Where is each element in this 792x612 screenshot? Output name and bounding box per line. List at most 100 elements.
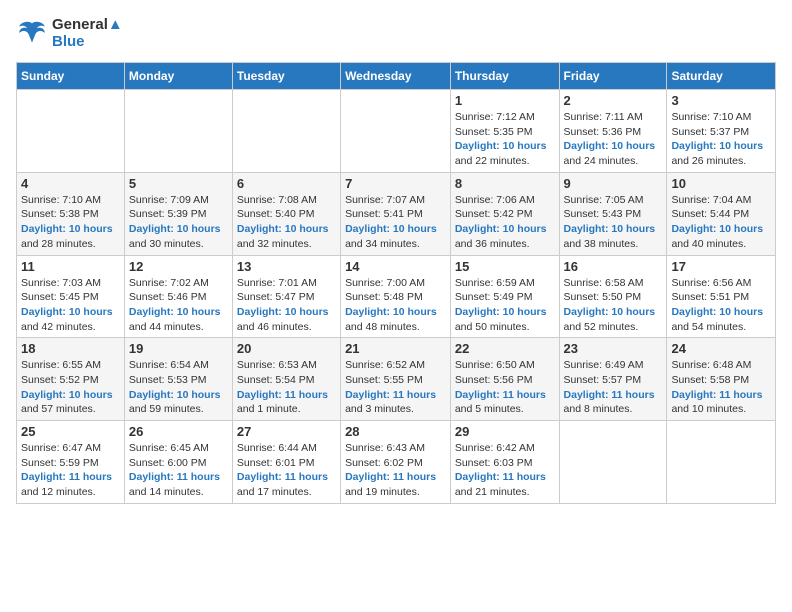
day-info: Sunrise: 7:12 AMSunset: 5:35 PMDaylight:… [455,110,555,169]
day-info: Sunrise: 6:54 AMSunset: 5:53 PMDaylight:… [129,358,228,417]
day-number: 29 [455,424,555,439]
column-header-thursday: Thursday [450,63,559,90]
calendar-cell: 5 Sunrise: 7:09 AMSunset: 5:39 PMDaylight… [124,172,232,255]
calendar-cell [17,90,125,173]
day-number: 1 [455,93,555,108]
day-info: Sunrise: 6:49 AMSunset: 5:57 PMDaylight:… [564,358,663,417]
calendar-cell: 8 Sunrise: 7:06 AMSunset: 5:42 PMDaylight… [450,172,559,255]
day-number: 10 [671,176,771,191]
day-number: 26 [129,424,228,439]
calendar-week-row: 4 Sunrise: 7:10 AMSunset: 5:38 PMDaylight… [17,172,776,255]
calendar-cell: 1 Sunrise: 7:12 AMSunset: 5:35 PMDaylight… [450,90,559,173]
calendar-cell: 13 Sunrise: 7:01 AMSunset: 5:47 PMDayligh… [232,255,340,338]
calendar-cell [124,90,232,173]
day-number: 23 [564,341,663,356]
calendar-cell: 20 Sunrise: 6:53 AMSunset: 5:54 PMDayligh… [232,338,340,421]
day-info: Sunrise: 6:55 AMSunset: 5:52 PMDaylight:… [21,358,120,417]
day-number: 24 [671,341,771,356]
calendar-cell: 12 Sunrise: 7:02 AMSunset: 5:46 PMDayligh… [124,255,232,338]
column-header-sunday: Sunday [17,63,125,90]
day-info: Sunrise: 7:06 AMSunset: 5:42 PMDaylight:… [455,193,555,252]
calendar-week-row: 1 Sunrise: 7:12 AMSunset: 5:35 PMDaylight… [17,90,776,173]
day-number: 25 [21,424,120,439]
calendar-cell: 24 Sunrise: 6:48 AMSunset: 5:58 PMDayligh… [667,338,776,421]
calendar-cell: 29 Sunrise: 6:42 AMSunset: 6:03 PMDayligh… [450,421,559,504]
day-info: Sunrise: 7:05 AMSunset: 5:43 PMDaylight:… [564,193,663,252]
day-number: 12 [129,259,228,274]
calendar-cell [559,421,667,504]
column-header-saturday: Saturday [667,63,776,90]
day-number: 9 [564,176,663,191]
day-number: 7 [345,176,446,191]
calendar-header-row: SundayMondayTuesdayWednesdayThursdayFrid… [17,63,776,90]
calendar-cell: 16 Sunrise: 6:58 AMSunset: 5:50 PMDayligh… [559,255,667,338]
day-info: Sunrise: 7:01 AMSunset: 5:47 PMDaylight:… [237,276,336,335]
day-info: Sunrise: 6:44 AMSunset: 6:01 PMDaylight:… [237,441,336,500]
day-number: 17 [671,259,771,274]
column-header-monday: Monday [124,63,232,90]
day-info: Sunrise: 6:59 AMSunset: 5:49 PMDaylight:… [455,276,555,335]
day-number: 18 [21,341,120,356]
day-number: 21 [345,341,446,356]
calendar-cell: 26Sunrise: 6:45 AMSunset: 6:00 PMDayligh… [124,421,232,504]
day-info: Sunrise: 6:58 AMSunset: 5:50 PMDaylight:… [564,276,663,335]
day-number: 28 [345,424,446,439]
day-info: Sunrise: 6:52 AMSunset: 5:55 PMDaylight:… [345,358,446,417]
day-info: Sunrise: 6:42 AMSunset: 6:03 PMDaylight:… [455,441,555,500]
day-info: Sunrise: 7:10 AMSunset: 5:37 PMDaylight:… [671,110,771,169]
calendar-cell: 23 Sunrise: 6:49 AMSunset: 5:57 PMDayligh… [559,338,667,421]
day-info: Sunrise: 6:50 AMSunset: 5:56 PMDaylight:… [455,358,555,417]
day-number: 20 [237,341,336,356]
logo-text: General▲ Blue [52,16,123,50]
day-info: Sunrise: 6:48 AMSunset: 5:58 PMDaylight:… [671,358,771,417]
day-number: 8 [455,176,555,191]
logo-bird-icon [16,17,48,49]
day-info: Sunrise: 7:10 AMSunset: 5:38 PMDaylight:… [21,193,120,252]
calendar-cell: 11Sunrise: 7:03 AMSunset: 5:45 PMDayligh… [17,255,125,338]
calendar-week-row: 18 Sunrise: 6:55 AMSunset: 5:52 PMDayligh… [17,338,776,421]
header: General▲ Blue [16,16,776,50]
calendar-cell: 22 Sunrise: 6:50 AMSunset: 5:56 PMDayligh… [450,338,559,421]
calendar-cell: 14Sunrise: 7:00 AMSunset: 5:48 PMDayligh… [341,255,451,338]
day-number: 5 [129,176,228,191]
calendar-cell: 27 Sunrise: 6:44 AMSunset: 6:01 PMDayligh… [232,421,340,504]
day-number: 2 [564,93,663,108]
day-info: Sunrise: 7:09 AMSunset: 5:39 PMDaylight:… [129,193,228,252]
day-number: 22 [455,341,555,356]
day-info: Sunrise: 6:56 AMSunset: 5:51 PMDaylight:… [671,276,771,335]
logo: General▲ Blue [16,16,123,50]
day-info: Sunrise: 7:08 AMSunset: 5:40 PMDaylight:… [237,193,336,252]
calendar-cell: 3 Sunrise: 7:10 AMSunset: 5:37 PMDaylight… [667,90,776,173]
calendar-cell: 6 Sunrise: 7:08 AMSunset: 5:40 PMDaylight… [232,172,340,255]
calendar-cell: 4 Sunrise: 7:10 AMSunset: 5:38 PMDaylight… [17,172,125,255]
calendar-cell [341,90,451,173]
calendar-cell: 18 Sunrise: 6:55 AMSunset: 5:52 PMDayligh… [17,338,125,421]
day-number: 13 [237,259,336,274]
calendar-week-row: 25 Sunrise: 6:47 AMSunset: 5:59 PMDayligh… [17,421,776,504]
calendar-cell: 17 Sunrise: 6:56 AMSunset: 5:51 PMDayligh… [667,255,776,338]
column-header-tuesday: Tuesday [232,63,340,90]
calendar-cell: 21 Sunrise: 6:52 AMSunset: 5:55 PMDayligh… [341,338,451,421]
calendar-cell: 2Sunrise: 7:11 AMSunset: 5:36 PMDaylight… [559,90,667,173]
day-number: 15 [455,259,555,274]
day-info: Sunrise: 7:07 AMSunset: 5:41 PMDaylight:… [345,193,446,252]
column-header-friday: Friday [559,63,667,90]
day-number: 3 [671,93,771,108]
day-number: 6 [237,176,336,191]
day-info: Sunrise: 6:47 AMSunset: 5:59 PMDaylight:… [21,441,120,500]
day-info: Sunrise: 7:02 AMSunset: 5:46 PMDaylight:… [129,276,228,335]
day-info: Sunrise: 6:53 AMSunset: 5:54 PMDaylight:… [237,358,336,417]
calendar-cell: 28Sunrise: 6:43 AMSunset: 6:02 PMDayligh… [341,421,451,504]
calendar-cell: 9 Sunrise: 7:05 AMSunset: 5:43 PMDaylight… [559,172,667,255]
calendar-week-row: 11Sunrise: 7:03 AMSunset: 5:45 PMDayligh… [17,255,776,338]
day-number: 16 [564,259,663,274]
day-number: 4 [21,176,120,191]
day-number: 27 [237,424,336,439]
day-info: Sunrise: 7:00 AMSunset: 5:48 PMDaylight:… [345,276,446,335]
day-info: Sunrise: 7:03 AMSunset: 5:45 PMDaylight:… [21,276,120,335]
calendar-cell: 7 Sunrise: 7:07 AMSunset: 5:41 PMDaylight… [341,172,451,255]
day-info: Sunrise: 7:04 AMSunset: 5:44 PMDaylight:… [671,193,771,252]
calendar-cell: 19Sunrise: 6:54 AMSunset: 5:53 PMDayligh… [124,338,232,421]
calendar-cell: 25 Sunrise: 6:47 AMSunset: 5:59 PMDayligh… [17,421,125,504]
calendar-cell [667,421,776,504]
